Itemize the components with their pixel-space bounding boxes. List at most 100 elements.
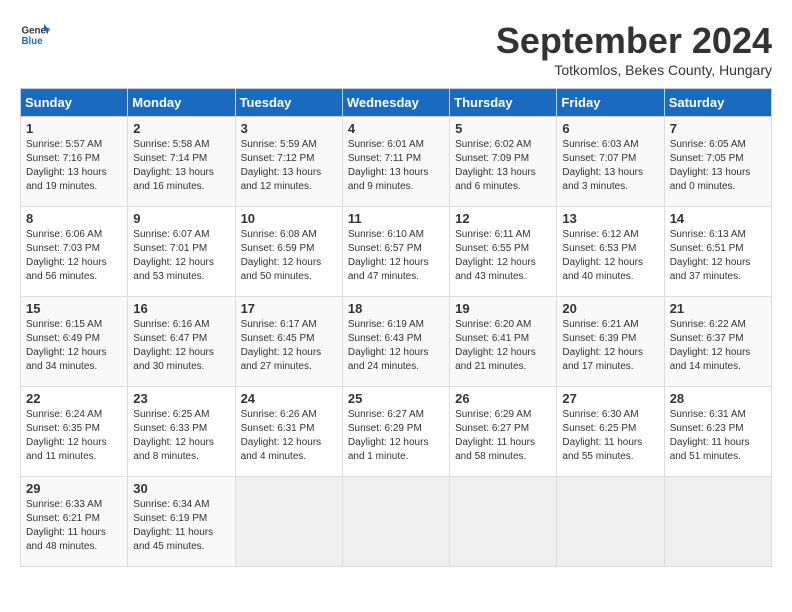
calendar-cell: 21 Sunrise: 6:22 AMSunset: 6:37 PMDaylig…: [664, 297, 771, 387]
calendar-cell: 4 Sunrise: 6:01 AMSunset: 7:11 PMDayligh…: [342, 117, 449, 207]
calendar-cell: 15 Sunrise: 6:15 AMSunset: 6:49 PMDaylig…: [21, 297, 128, 387]
calendar-cell: 25 Sunrise: 6:27 AMSunset: 6:29 PMDaylig…: [342, 387, 449, 477]
cell-info: Sunrise: 6:27 AMSunset: 6:29 PMDaylight:…: [348, 409, 429, 462]
day-number: 10: [241, 211, 337, 226]
cell-info: Sunrise: 6:34 AMSunset: 6:19 PMDaylight:…: [133, 499, 213, 552]
day-number: 14: [670, 211, 766, 226]
day-number: 6: [562, 121, 658, 136]
day-number: 22: [26, 391, 122, 406]
day-number: 1: [26, 121, 122, 136]
calendar-cell: [235, 477, 342, 567]
cell-info: Sunrise: 6:16 AMSunset: 6:47 PMDaylight:…: [133, 319, 214, 372]
col-wednesday: Wednesday: [342, 89, 449, 117]
cell-info: Sunrise: 6:01 AMSunset: 7:11 PMDaylight:…: [348, 139, 429, 192]
calendar-cell: 3 Sunrise: 5:59 AMSunset: 7:12 PMDayligh…: [235, 117, 342, 207]
col-thursday: Thursday: [450, 89, 557, 117]
cell-info: Sunrise: 6:33 AMSunset: 6:21 PMDaylight:…: [26, 499, 106, 552]
calendar-cell: 13 Sunrise: 6:12 AMSunset: 6:53 PMDaylig…: [557, 207, 664, 297]
col-monday: Monday: [128, 89, 235, 117]
cell-info: Sunrise: 6:03 AMSunset: 7:07 PMDaylight:…: [562, 139, 643, 192]
title-block: September 2024 Totkomlos, Bekes County, …: [496, 20, 772, 78]
calendar-cell: 20 Sunrise: 6:21 AMSunset: 6:39 PMDaylig…: [557, 297, 664, 387]
day-number: 9: [133, 211, 229, 226]
day-number: 30: [133, 481, 229, 496]
calendar-cell: 9 Sunrise: 6:07 AMSunset: 7:01 PMDayligh…: [128, 207, 235, 297]
cell-info: Sunrise: 6:22 AMSunset: 6:37 PMDaylight:…: [670, 319, 751, 372]
day-number: 13: [562, 211, 658, 226]
calendar-cell: 14 Sunrise: 6:13 AMSunset: 6:51 PMDaylig…: [664, 207, 771, 297]
day-number: 11: [348, 211, 444, 226]
day-number: 8: [26, 211, 122, 226]
calendar-cell: 22 Sunrise: 6:24 AMSunset: 6:35 PMDaylig…: [21, 387, 128, 477]
day-number: 20: [562, 301, 658, 316]
day-number: 17: [241, 301, 337, 316]
cell-info: Sunrise: 6:21 AMSunset: 6:39 PMDaylight:…: [562, 319, 643, 372]
calendar-cell: 30 Sunrise: 6:34 AMSunset: 6:19 PMDaylig…: [128, 477, 235, 567]
calendar-cell: 27 Sunrise: 6:30 AMSunset: 6:25 PMDaylig…: [557, 387, 664, 477]
col-sunday: Sunday: [21, 89, 128, 117]
logo: General Blue: [20, 20, 50, 50]
calendar-week-row: 1 Sunrise: 5:57 AMSunset: 7:16 PMDayligh…: [21, 117, 772, 207]
cell-info: Sunrise: 6:05 AMSunset: 7:05 PMDaylight:…: [670, 139, 751, 192]
calendar-cell: [664, 477, 771, 567]
location-subtitle: Totkomlos, Bekes County, Hungary: [496, 62, 772, 78]
day-number: 23: [133, 391, 229, 406]
col-saturday: Saturday: [664, 89, 771, 117]
cell-info: Sunrise: 5:59 AMSunset: 7:12 PMDaylight:…: [241, 139, 322, 192]
cell-info: Sunrise: 6:29 AMSunset: 6:27 PMDaylight:…: [455, 409, 535, 462]
calendar-cell: 6 Sunrise: 6:03 AMSunset: 7:07 PMDayligh…: [557, 117, 664, 207]
day-number: 3: [241, 121, 337, 136]
calendar-cell: 5 Sunrise: 6:02 AMSunset: 7:09 PMDayligh…: [450, 117, 557, 207]
cell-info: Sunrise: 6:25 AMSunset: 6:33 PMDaylight:…: [133, 409, 214, 462]
calendar-table: Sunday Monday Tuesday Wednesday Thursday…: [20, 88, 772, 567]
cell-info: Sunrise: 6:19 AMSunset: 6:43 PMDaylight:…: [348, 319, 429, 372]
cell-info: Sunrise: 5:57 AMSunset: 7:16 PMDaylight:…: [26, 139, 107, 192]
cell-info: Sunrise: 6:10 AMSunset: 6:57 PMDaylight:…: [348, 229, 429, 282]
calendar-week-row: 29 Sunrise: 6:33 AMSunset: 6:21 PMDaylig…: [21, 477, 772, 567]
cell-info: Sunrise: 6:30 AMSunset: 6:25 PMDaylight:…: [562, 409, 642, 462]
cell-info: Sunrise: 6:17 AMSunset: 6:45 PMDaylight:…: [241, 319, 322, 372]
calendar-cell: 19 Sunrise: 6:20 AMSunset: 6:41 PMDaylig…: [450, 297, 557, 387]
calendar-cell: 16 Sunrise: 6:16 AMSunset: 6:47 PMDaylig…: [128, 297, 235, 387]
svg-text:Blue: Blue: [22, 36, 44, 47]
calendar-cell: 11 Sunrise: 6:10 AMSunset: 6:57 PMDaylig…: [342, 207, 449, 297]
calendar-cell: 12 Sunrise: 6:11 AMSunset: 6:55 PMDaylig…: [450, 207, 557, 297]
calendar-cell: [450, 477, 557, 567]
cell-info: Sunrise: 6:06 AMSunset: 7:03 PMDaylight:…: [26, 229, 107, 282]
day-number: 4: [348, 121, 444, 136]
day-number: 25: [348, 391, 444, 406]
logo-icon: General Blue: [20, 20, 50, 50]
calendar-cell: 18 Sunrise: 6:19 AMSunset: 6:43 PMDaylig…: [342, 297, 449, 387]
cell-info: Sunrise: 6:11 AMSunset: 6:55 PMDaylight:…: [455, 229, 536, 282]
day-number: 15: [26, 301, 122, 316]
calendar-cell: 2 Sunrise: 5:58 AMSunset: 7:14 PMDayligh…: [128, 117, 235, 207]
cell-info: Sunrise: 6:02 AMSunset: 7:09 PMDaylight:…: [455, 139, 536, 192]
calendar-cell: 29 Sunrise: 6:33 AMSunset: 6:21 PMDaylig…: [21, 477, 128, 567]
cell-info: Sunrise: 6:13 AMSunset: 6:51 PMDaylight:…: [670, 229, 751, 282]
day-number: 7: [670, 121, 766, 136]
calendar-cell: 24 Sunrise: 6:26 AMSunset: 6:31 PMDaylig…: [235, 387, 342, 477]
calendar-cell: 26 Sunrise: 6:29 AMSunset: 6:27 PMDaylig…: [450, 387, 557, 477]
calendar-week-row: 8 Sunrise: 6:06 AMSunset: 7:03 PMDayligh…: [21, 207, 772, 297]
calendar-cell: 8 Sunrise: 6:06 AMSunset: 7:03 PMDayligh…: [21, 207, 128, 297]
col-tuesday: Tuesday: [235, 89, 342, 117]
cell-info: Sunrise: 6:08 AMSunset: 6:59 PMDaylight:…: [241, 229, 322, 282]
day-number: 19: [455, 301, 551, 316]
day-number: 29: [26, 481, 122, 496]
day-number: 5: [455, 121, 551, 136]
calendar-cell: 10 Sunrise: 6:08 AMSunset: 6:59 PMDaylig…: [235, 207, 342, 297]
page-header: General Blue September 2024 Totkomlos, B…: [20, 20, 772, 78]
calendar-cell: [557, 477, 664, 567]
day-number: 21: [670, 301, 766, 316]
cell-info: Sunrise: 6:26 AMSunset: 6:31 PMDaylight:…: [241, 409, 322, 462]
day-number: 24: [241, 391, 337, 406]
calendar-cell: 17 Sunrise: 6:17 AMSunset: 6:45 PMDaylig…: [235, 297, 342, 387]
cell-info: Sunrise: 6:24 AMSunset: 6:35 PMDaylight:…: [26, 409, 107, 462]
day-number: 16: [133, 301, 229, 316]
month-title: September 2024: [496, 20, 772, 62]
calendar-cell: [342, 477, 449, 567]
day-number: 27: [562, 391, 658, 406]
cell-info: Sunrise: 6:15 AMSunset: 6:49 PMDaylight:…: [26, 319, 107, 372]
day-number: 2: [133, 121, 229, 136]
calendar-cell: 23 Sunrise: 6:25 AMSunset: 6:33 PMDaylig…: [128, 387, 235, 477]
